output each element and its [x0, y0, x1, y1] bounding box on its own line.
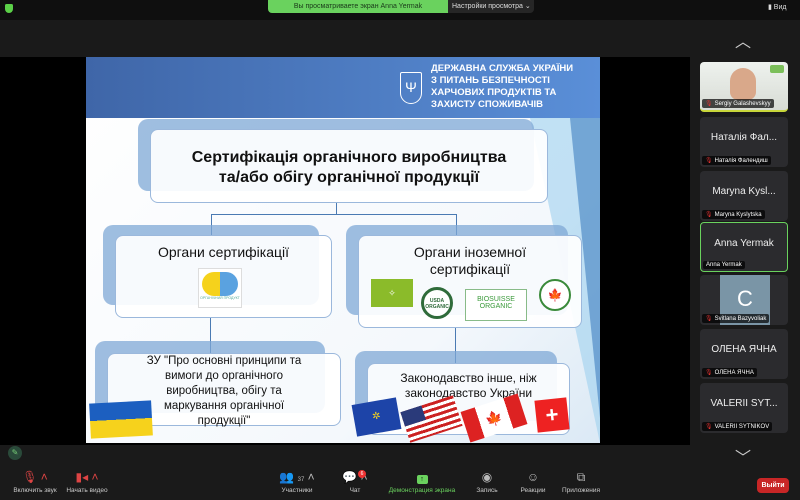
participant-name-label: VALERII SYTNIKOV	[714, 424, 770, 430]
participant-label: 🎙 Svitlana Bazyvoliak	[702, 314, 770, 323]
agency-line: З ПИТАНЬ БЕЗПЕЧНОСТІ	[431, 75, 550, 86]
canada-organic-logo: 🍁	[539, 279, 571, 311]
wand-icon[interactable]: ✎	[8, 446, 22, 460]
mic-muted-icon: 🎙	[705, 101, 713, 107]
participant-display-name: Наталія Фал...	[710, 132, 778, 143]
participant-label: 🎙 Maryna Kyslytska	[702, 210, 765, 219]
organization-logo	[770, 65, 784, 73]
participant-tile[interactable]: 🎙 Sergiy Galashevskyy	[700, 62, 788, 112]
biosuisse-logo: BIOSUISSE ORGANIC	[465, 289, 527, 321]
unmute-label: Включить звук	[13, 487, 57, 494]
law-line: законодавство України	[404, 386, 533, 400]
security-shield-icon[interactable]	[5, 4, 13, 13]
participant-tile[interactable]: VALERII SYT... 🎙 VALERII SYTNIKOV	[700, 383, 788, 433]
view-options-label: Настройки просмотра	[452, 3, 523, 10]
ukraine-trident-icon: Ψ	[400, 72, 422, 104]
participant-label: 🎙 VALERII SYTNIKOV	[702, 422, 773, 431]
participant-name-label: Svitlana Bazyvoliak	[714, 316, 767, 322]
apps-button[interactable]: ⧉ Приложения	[546, 467, 616, 494]
participants-label: Участники	[281, 487, 313, 494]
logo-text: BIOSUISSE	[477, 296, 515, 303]
law-line: Законодавство інше, ніж	[400, 371, 537, 385]
logo-text: ОРГАНІЧНИЙ ПРОДУКТ	[200, 296, 240, 300]
participant-tile-active-speaker[interactable]: Anna Yermak Anna Yermak	[700, 222, 788, 272]
title-line: Сертифікація органічного виробництва	[191, 149, 507, 166]
agency-line: ЗАХИСТУ СПОЖИВАЧІВ	[431, 99, 544, 110]
participant-label: 🎙 Sergiy Galashevskyy	[702, 99, 774, 108]
participant-name-label: Anna Yermak	[703, 261, 745, 269]
agency-line: ДЕРЖАВНА СЛУЖБА УКРАЇНИ	[431, 63, 574, 74]
scroll-down-chevron-icon[interactable]: ﹀	[735, 444, 751, 468]
participant-name-label: Наталія Фалендиш	[714, 158, 768, 164]
participant-label: 🎙 Наталія Фалендиш	[702, 156, 771, 165]
participant-name-label: ОЛЕНА ЯЧНА	[714, 370, 754, 376]
share-label: Демонстрация экрана	[388, 487, 456, 494]
view-label: Вид	[773, 4, 787, 11]
law-line: вимоги до органічного	[164, 370, 284, 382]
sharing-banner: Вы просматриваете экран Anna Yermak	[268, 0, 448, 13]
participant-tile[interactable]: ОЛЕНА ЯЧНА 🎙 ОЛЕНА ЯЧНА	[700, 329, 788, 379]
chat-label: Чат	[349, 487, 361, 494]
scroll-up-chevron-icon[interactable]: ︿	[735, 28, 751, 52]
participant-tile[interactable]: C 🎙 Svitlana Bazyvoliak	[700, 275, 788, 325]
start-video-button[interactable]: ▮◂ ˄ Начать видео	[52, 467, 122, 494]
connector	[211, 214, 457, 215]
box-heading: Органи іноземної	[413, 244, 527, 260]
participant-label: 🎙 ОЛЕНА ЯЧНА	[702, 368, 757, 377]
participant-display-name: Maryna Kysl...	[712, 186, 776, 197]
video-off-icon: ▮◂ ˄	[75, 470, 99, 484]
box-heading: Органи сертифікації	[157, 244, 290, 260]
chat-badge: 6	[358, 470, 366, 478]
participant-name-label: Sergiy Galashevskyy	[714, 101, 771, 107]
participant-display-name: Anna Yermak	[714, 238, 774, 249]
usda-organic-logo: USDA ORGANIC	[421, 287, 453, 319]
title-box: Сертифікація органічного виробництва та/…	[150, 129, 548, 203]
presentation-slide: Ψ ДЕРЖАВНА СЛУЖБА УКРАЇНИ З ПИТАНЬ БЕЗПЕ…	[86, 57, 600, 443]
logo-text: ORGANIC	[479, 303, 513, 310]
participant-tile[interactable]: Наталія Фал... 🎙 Наталія Фалендиш	[700, 117, 788, 167]
mic-muted-icon: 🎙	[705, 316, 713, 322]
eu-organic-logo: ✧	[371, 279, 413, 307]
mic-muted-icon: 🎙	[705, 370, 713, 376]
agency-name: ДЕРЖАВНА СЛУЖБА УКРАЇНИ З ПИТАНЬ БЕЗПЕЧН…	[431, 63, 573, 111]
participant-tile[interactable]: Maryna Kysl... 🎙 Maryna Kyslytska	[700, 171, 788, 221]
leave-button[interactable]: Выйти	[757, 478, 789, 493]
participant-display-name: ОЛЕНА ЯЧНА	[711, 344, 777, 355]
start-video-label: Начать видео	[66, 487, 108, 494]
participants-count: 37	[297, 477, 305, 483]
title-line: та/або обігу органічної продукції	[218, 169, 480, 186]
record-label: Запись	[476, 487, 498, 494]
box-heading: сертифікації	[429, 261, 511, 277]
participant-video	[730, 68, 756, 100]
swiss-flag-icon: +	[534, 397, 570, 433]
ua-organic-logo: ОРГАНІЧНИЙ ПРОДУКТ	[198, 268, 242, 308]
apps-label: Приложения	[561, 487, 601, 494]
mic-muted-icon: 🎙	[705, 158, 713, 164]
participant-display-name: VALERII SYT...	[710, 398, 778, 409]
ukraine-flag-icon	[89, 400, 153, 439]
participant-name-label: Maryna Kyslytska	[714, 212, 762, 218]
apps-icon: ⧉	[576, 470, 586, 484]
law-line: виробництва, обігу та	[166, 385, 282, 397]
mic-muted-icon: 🎙	[705, 212, 713, 218]
meeting-toolbar: 🎙 ˄ Включить звук ▮◂ ˄ Начать видео 👥 37 ˄…	[0, 467, 800, 500]
view-options-dropdown[interactable]: Настройки просмотра ⌄	[448, 0, 534, 13]
reactions-label: Реакции	[520, 487, 546, 494]
law-line: ЗУ "Про основні принципи та	[146, 355, 302, 367]
mic-muted-icon: 🎙	[705, 424, 713, 430]
agency-line: ХАРЧОВИХ ПРОДУКТІВ ТА	[431, 87, 557, 98]
view-button[interactable]: ▮ Вид	[768, 3, 786, 11]
